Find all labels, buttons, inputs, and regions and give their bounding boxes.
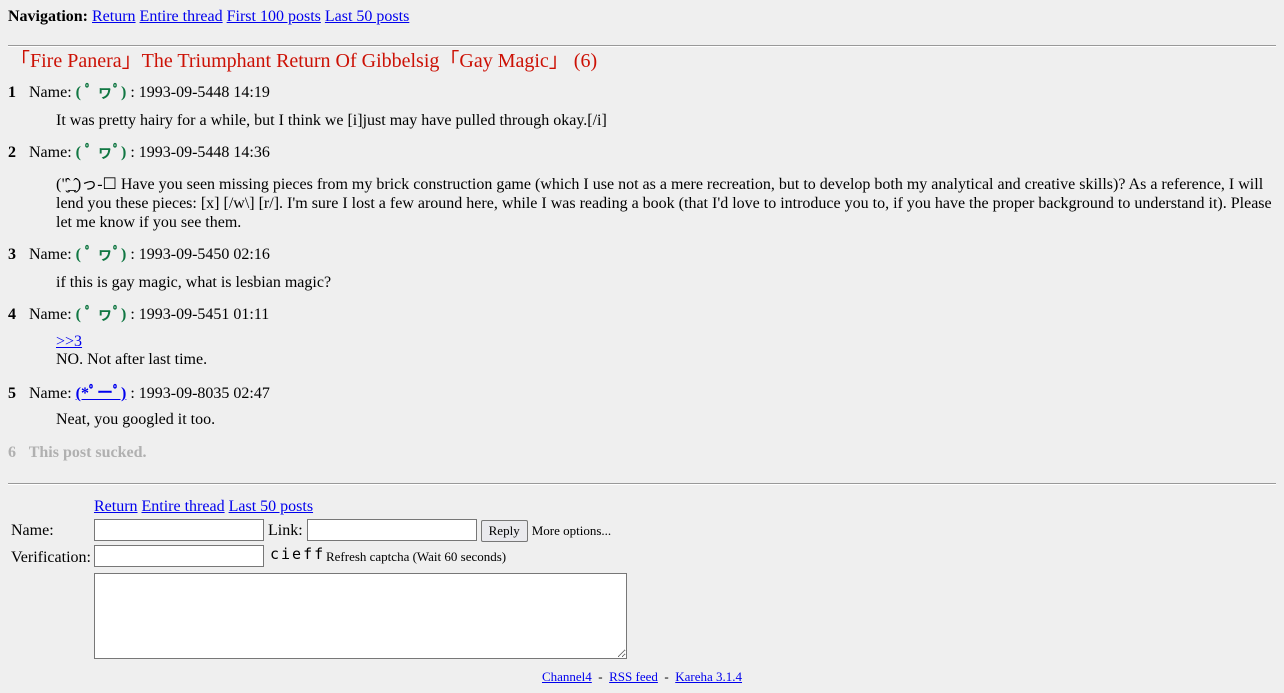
name-label: Name: [29,246,72,263]
post-number: 6 [8,444,16,461]
post-header: 3 Name: ( ﾟ ヮﾟ) : 1993-09-5450 02:16 [8,246,1276,264]
post-date: : 1993-09-8035 02:47 [130,385,270,402]
captcha-input[interactable] [93,545,264,568]
form-return-link[interactable]: Return [94,498,138,515]
nav-last-50-link[interactable]: Last 50 posts [325,8,409,25]
poster-name: ( ﾟ ヮﾟ) [75,84,127,101]
thread-title: 「Fire Panera」The Triumphant Return Of Gi… [10,50,598,72]
post-header: 4 Name: ( ﾟ ヮﾟ) : 1993-09-5451 01:11 [8,306,1276,324]
footer: Channel4 - RSS feed - Kareha 3.1.4 [8,669,1276,685]
poster-name: ( ﾟ ヮﾟ) [75,306,127,323]
post-date: : 1993-09-5450 02:16 [130,246,270,263]
top-navigation: Navigation: Return Entire thread First 1… [8,8,1276,26]
name-label: Name: [29,84,72,101]
post-deleted: 6 This post sucked. [8,444,1276,462]
navigation-label: Navigation: [8,8,88,25]
post-number[interactable]: 2 [8,144,25,162]
link-input[interactable] [306,519,477,541]
verification-label: Verification: [11,548,91,566]
post-header: 6 This post sucked. [8,444,1276,462]
post-number[interactable]: 4 [8,306,25,324]
reply-button[interactable]: Reply [480,520,528,542]
post-text: NO. Not after last time. [56,351,208,368]
name-field-label: Name: [11,521,54,539]
reply-form: Return Entire thread Last 50 posts Name:… [8,491,630,667]
post-text: if this is gay magic, what is lesbian ma… [56,274,332,291]
post-body: Neat, you googled it too. [56,410,1276,429]
post: 5 Name: (*ﾟーﾟ) : 1993-09-8035 02:47 Neat… [8,385,1276,429]
captcha-image: cieff [268,545,323,570]
poster-name: ( ﾟ ヮﾟ) [75,246,127,263]
post-number[interactable]: 5 [8,385,25,403]
post-body: ("̮̂_̮̂)っ-☐ Have you seen missing pieces… [56,175,1276,232]
post-header: 5 Name: (*ﾟーﾟ) : 1993-09-8035 02:47 [8,385,1276,403]
more-options-toggle[interactable]: More options... [532,523,611,538]
post-body: >>3 NO. Not after last time. [56,333,1276,369]
nav-first-100-link[interactable]: First 100 posts [227,8,321,25]
post: 4 Name: ( ﾟ ヮﾟ) : 1993-09-5451 01:11 >>3… [8,306,1276,369]
link-field-label: Link: [267,522,303,539]
post: 3 Name: ( ﾟ ヮﾟ) : 1993-09-5450 02:16 if … [8,246,1276,292]
poster-name: ( ﾟ ヮﾟ) [75,144,127,161]
footer-rss-link[interactable]: RSS feed [609,669,658,684]
divider [8,45,1276,47]
post-text: ("̮̂_̮̂)っ-☐ Have you seen missing pieces… [56,176,1272,231]
form-navigation: Return Entire thread Last 50 posts [94,494,627,516]
post-text: Neat, you googled it too. [56,411,216,428]
poster-name-link[interactable]: (*ﾟーﾟ) [76,385,127,402]
post-header: 2 Name: ( ﾟ ヮﾟ) : 1993-09-5448 14:36 [8,144,1276,162]
name-label: Name: [29,144,72,161]
post-number[interactable]: 3 [8,246,25,264]
post-body: if this is gay magic, what is lesbian ma… [56,273,1276,292]
deleted-post-text: This post sucked. [28,444,147,461]
refresh-captcha-link[interactable]: Refresh captcha [326,549,409,564]
nav-return-link[interactable]: Return [92,8,136,25]
post-header: 1 Name: ( ﾟ ヮﾟ) : 1993-09-5448 14:19 [8,84,1276,102]
divider [8,483,1276,485]
nav-entire-thread-link[interactable]: Entire thread [140,8,223,25]
post: 2 Name: ( ﾟ ヮﾟ) : 1993-09-5448 14:36 ("̮… [8,144,1276,232]
quote-reply-link[interactable]: >>3 [56,333,82,350]
footer-kareha-link[interactable]: Kareha 3.1.4 [675,669,742,684]
footer-separator: - [598,669,603,684]
form-last-50-link[interactable]: Last 50 posts [229,498,313,515]
post-text: It was pretty hairy for a while, but I t… [56,112,607,129]
form-entire-thread-link[interactable]: Entire thread [142,498,225,515]
name-label: Name: [29,385,72,402]
comment-textarea[interactable] [93,573,627,659]
post-date: : 1993-09-5448 14:36 [130,144,270,161]
name-input[interactable] [93,519,264,541]
footer-separator: - [664,669,669,684]
post: 1 Name: ( ﾟ ヮﾟ) : 1993-09-5448 14:19 It … [8,84,1276,130]
footer-channel4-link[interactable]: Channel4 [542,669,592,684]
wait-note: (Wait 60 seconds) [412,549,507,565]
captcha-refresh[interactable]: Refresh captcha (Wait 60 seconds) [326,549,506,564]
post-date: : 1993-09-5448 14:19 [130,84,270,101]
post-number[interactable]: 1 [8,84,25,102]
post-date: : 1993-09-5451 01:11 [130,306,270,323]
name-label: Name: [29,306,72,323]
captcha-text: cieff [270,545,322,563]
post-body: It was pretty hairy for a while, but I t… [56,111,1276,130]
